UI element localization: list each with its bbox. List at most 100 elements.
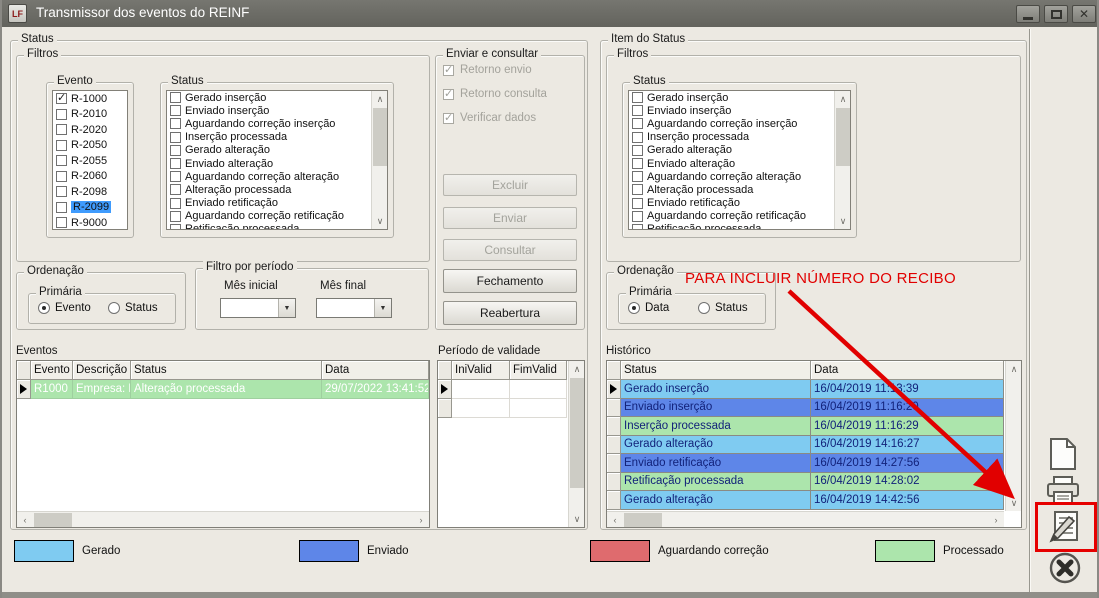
- table-row[interactable]: Retificação processada 16/04/2019 14:28:…: [607, 473, 1021, 492]
- checkbox[interactable]: [170, 118, 181, 129]
- minimize-button[interactable]: [1016, 5, 1040, 23]
- list-item[interactable]: Alteração processada: [629, 183, 850, 196]
- excluir-button[interactable]: Excluir: [443, 174, 577, 196]
- scroll-up-icon[interactable]: ∧: [835, 91, 851, 107]
- radio-icon[interactable]: [38, 302, 50, 314]
- scroll-left-icon[interactable]: ‹: [17, 512, 33, 528]
- scrollbar-horizontal[interactable]: ‹ ›: [607, 511, 1004, 527]
- list-item[interactable]: Retificação processada: [167, 223, 387, 230]
- table-row[interactable]: [438, 399, 584, 418]
- scroll-thumb[interactable]: [836, 108, 850, 166]
- row-selector[interactable]: [607, 491, 621, 510]
- list-item[interactable]: Inserção processada: [167, 131, 387, 144]
- list-item[interactable]: Aguardando correção alteração: [629, 170, 850, 183]
- scrollbar-vertical[interactable]: ∧ ∨: [371, 91, 387, 229]
- row-selector[interactable]: [438, 399, 452, 418]
- checkbox[interactable]: [632, 132, 643, 143]
- radio-icon[interactable]: [108, 302, 120, 314]
- checkbox[interactable]: [632, 118, 643, 129]
- scroll-up-icon[interactable]: ∧: [372, 91, 388, 107]
- radio-icon[interactable]: [698, 302, 710, 314]
- list-item[interactable]: Aguardando correção retificação: [629, 210, 850, 223]
- status-checklist-left[interactable]: Gerado inserção Enviado inserção Aguarda…: [166, 90, 388, 230]
- list-item[interactable]: Gerado inserção: [629, 91, 850, 104]
- mes-final-select[interactable]: ▼: [316, 298, 392, 318]
- checkbox[interactable]: [632, 211, 643, 222]
- checkbox[interactable]: [632, 145, 643, 156]
- checkbox[interactable]: [632, 92, 643, 103]
- enviar-button[interactable]: Enviar: [443, 207, 577, 229]
- list-item[interactable]: Gerado alteração: [629, 144, 850, 157]
- table-row[interactable]: R1000 Empresa: D Alteração processada 29…: [17, 380, 429, 399]
- status-checklist-right[interactable]: Gerado inserção Enviado inserção Aguarda…: [628, 90, 851, 230]
- list-item[interactable]: Alteração processada: [167, 183, 387, 196]
- checkbox[interactable]: [56, 171, 67, 182]
- radio-evento[interactable]: Evento: [38, 302, 91, 314]
- scrollbar-vertical[interactable]: ∧ ∨: [834, 91, 850, 229]
- checkbox[interactable]: [632, 184, 643, 195]
- scroll-down-icon[interactable]: ∨: [1006, 495, 1022, 511]
- checkbox-retorno-envio[interactable]: Retorno envio: [443, 64, 532, 76]
- checkbox[interactable]: [632, 224, 643, 230]
- checkbox[interactable]: [632, 105, 643, 116]
- table-row[interactable]: Enviado retificação 16/04/2019 14:27:56: [607, 454, 1021, 473]
- radio-status-left[interactable]: Status: [108, 302, 158, 314]
- list-item[interactable]: Gerado inserção: [167, 91, 387, 104]
- checkbox-retorno-consulta[interactable]: Retorno consulta: [443, 88, 547, 100]
- checkbox[interactable]: [170, 198, 181, 209]
- radio-data[interactable]: Data: [628, 302, 669, 314]
- scroll-down-icon[interactable]: ∨: [372, 213, 388, 229]
- scroll-down-icon[interactable]: ∨: [569, 511, 585, 527]
- list-item[interactable]: Enviado inserção: [167, 104, 387, 117]
- checkbox[interactable]: [170, 132, 181, 143]
- scrollbar-horizontal[interactable]: ‹ ›: [17, 511, 429, 527]
- row-selector[interactable]: [607, 417, 621, 436]
- reabertura-button[interactable]: Reabertura: [443, 301, 577, 325]
- list-item[interactable]: Enviado alteração: [167, 157, 387, 170]
- mes-inicial-select[interactable]: ▼: [220, 298, 296, 318]
- checkbox[interactable]: [56, 202, 67, 213]
- checkbox[interactable]: [443, 65, 454, 76]
- list-item[interactable]: Enviado inserção: [629, 104, 850, 117]
- checkbox[interactable]: [56, 93, 67, 104]
- checkbox[interactable]: [56, 140, 67, 151]
- checkbox[interactable]: [632, 171, 643, 182]
- scroll-up-icon[interactable]: ∧: [569, 361, 585, 377]
- list-item[interactable]: Aguardando correção alteração: [167, 170, 387, 183]
- consultar-button[interactable]: Consultar: [443, 239, 577, 261]
- scroll-thumb[interactable]: [373, 108, 387, 166]
- checkbox[interactable]: [56, 124, 67, 135]
- list-item[interactable]: Retificação processada: [629, 223, 850, 230]
- list-item[interactable]: R-9000: [53, 215, 127, 230]
- checkbox[interactable]: [170, 92, 181, 103]
- row-selector[interactable]: [607, 473, 621, 492]
- checkbox[interactable]: [170, 145, 181, 156]
- checkbox[interactable]: [170, 211, 181, 222]
- checkbox[interactable]: [56, 109, 67, 120]
- table-row[interactable]: Gerado alteração 16/04/2019 14:16:27: [607, 436, 1021, 455]
- scroll-left-icon[interactable]: ‹: [607, 512, 623, 528]
- row-selector[interactable]: [607, 454, 621, 473]
- checkbox[interactable]: [170, 184, 181, 195]
- list-item[interactable]: Aguardando correção inserção: [629, 117, 850, 130]
- checkbox-verificar-dados[interactable]: Verificar dados: [443, 112, 536, 124]
- list-item[interactable]: R-2020: [53, 122, 127, 138]
- list-item[interactable]: R-2060: [53, 169, 127, 185]
- list-item[interactable]: R-2098: [53, 184, 127, 200]
- row-selector-icon[interactable]: [17, 380, 31, 399]
- checkbox[interactable]: [170, 105, 181, 116]
- scrollbar-vertical[interactable]: ∧ ∨: [568, 361, 584, 527]
- radio-status-right[interactable]: Status: [698, 302, 748, 314]
- list-item[interactable]: Enviado alteração: [629, 157, 850, 170]
- checkbox[interactable]: [443, 113, 454, 124]
- scroll-thumb[interactable]: [570, 378, 584, 488]
- report-button[interactable]: [1049, 509, 1081, 550]
- list-item[interactable]: R-1000: [53, 91, 127, 107]
- scroll-thumb[interactable]: [624, 513, 662, 527]
- scroll-right-icon[interactable]: ›: [988, 512, 1004, 528]
- scroll-up-icon[interactable]: ∧: [1006, 361, 1022, 377]
- scrollbar-vertical[interactable]: ∧ ∨: [1005, 361, 1021, 511]
- list-item[interactable]: R-2050: [53, 138, 127, 154]
- list-item[interactable]: R-2010: [53, 107, 127, 123]
- chevron-down-icon[interactable]: ▼: [374, 299, 391, 317]
